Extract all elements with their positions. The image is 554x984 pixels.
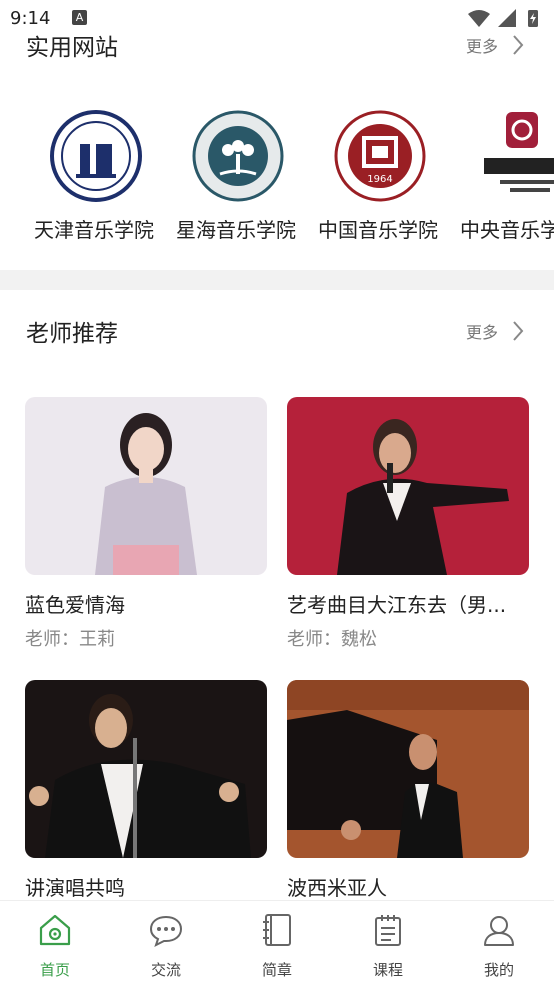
sites-more-link[interactable]: 更多	[466, 30, 524, 60]
xinghai-conservatory-logo	[192, 110, 284, 202]
sites-section-header: 实用网站 更多	[0, 28, 554, 68]
china-conservatory-logo: 1964	[334, 110, 426, 202]
tab-label: 简章	[261, 961, 292, 979]
notebook-icon	[263, 914, 291, 946]
course-teacher: 老师：王莉	[25, 629, 115, 650]
course-thumbnail	[287, 397, 529, 575]
teachers-section-title: 老师推荐	[26, 321, 118, 347]
wifi-icon	[468, 10, 490, 27]
bottom-tab-bar: 首页 交流 简章 课程 我的	[0, 900, 554, 984]
sites-section-title: 实用网站	[26, 35, 118, 61]
notification-icon: A	[72, 10, 87, 25]
site-name: 中国音乐学院	[318, 218, 438, 242]
course-title: 蓝色爱情海	[25, 593, 125, 617]
course-card[interactable]: 讲演唱共鸣	[25, 680, 267, 900]
tab-label: 课程	[372, 961, 403, 979]
course-title: 波西米亚人	[287, 876, 387, 900]
teachers-section-header: 老师推荐 更多	[0, 314, 554, 354]
course-teacher: 老师：魏松	[287, 629, 377, 650]
site-tianjin[interactable]: 天津音乐学院	[24, 104, 164, 244]
chevron-right-icon	[513, 35, 524, 55]
tab-brochure[interactable]: 简章	[222, 901, 332, 984]
course-title: 艺考曲目大江东去（男...	[287, 593, 507, 617]
tab-label: 首页	[39, 961, 70, 979]
course-thumbnail	[287, 680, 529, 858]
chat-icon	[149, 915, 183, 947]
status-time: 9:14	[10, 8, 51, 29]
logo-year-text: 1964	[367, 174, 392, 185]
tab-label: 交流	[150, 961, 181, 979]
calendar-icon	[375, 915, 401, 946]
chevron-right-icon	[513, 321, 524, 341]
home-icon	[39, 914, 71, 946]
site-china-conservatory[interactable]: 1964 中国音乐学院	[308, 104, 448, 244]
tab-home[interactable]: 首页	[0, 901, 110, 984]
sites-row: 天津音乐学院 星海音乐学院 1964 中国音乐学院 中央音乐学	[0, 104, 554, 254]
course-card[interactable]: 艺考曲目大江东去（男... 老师：魏松	[287, 397, 529, 657]
site-central-conservatory[interactable]: 中央音乐学院	[450, 104, 554, 244]
tab-label: 我的	[483, 961, 514, 979]
tab-chat[interactable]: 交流	[111, 901, 221, 984]
course-card[interactable]: 蓝色爱情海 老师：王莉	[25, 397, 267, 657]
user-icon	[484, 916, 514, 946]
site-xinghai[interactable]: 星海音乐学院	[166, 104, 306, 244]
site-name: 中央音乐学院	[460, 218, 554, 242]
tianjin-conservatory-logo	[50, 110, 142, 202]
site-name: 天津音乐学院	[34, 218, 154, 242]
sites-more-label: 更多	[465, 37, 498, 56]
signal-icon	[498, 9, 516, 27]
teachers-more-link[interactable]: 更多	[466, 316, 524, 346]
course-thumbnail	[25, 397, 267, 575]
tab-profile[interactable]: 我的	[444, 901, 554, 984]
tab-courses[interactable]: 课程	[333, 901, 443, 984]
course-thumbnail	[25, 680, 267, 858]
status-icons	[468, 9, 538, 27]
course-card[interactable]: 波西米亚人	[287, 680, 529, 900]
site-name: 星海音乐学院	[176, 218, 296, 242]
teachers-more-label: 更多	[465, 323, 498, 342]
central-conservatory-logo	[484, 112, 554, 192]
course-title: 讲演唱共鸣	[25, 876, 125, 900]
section-divider	[0, 270, 554, 290]
